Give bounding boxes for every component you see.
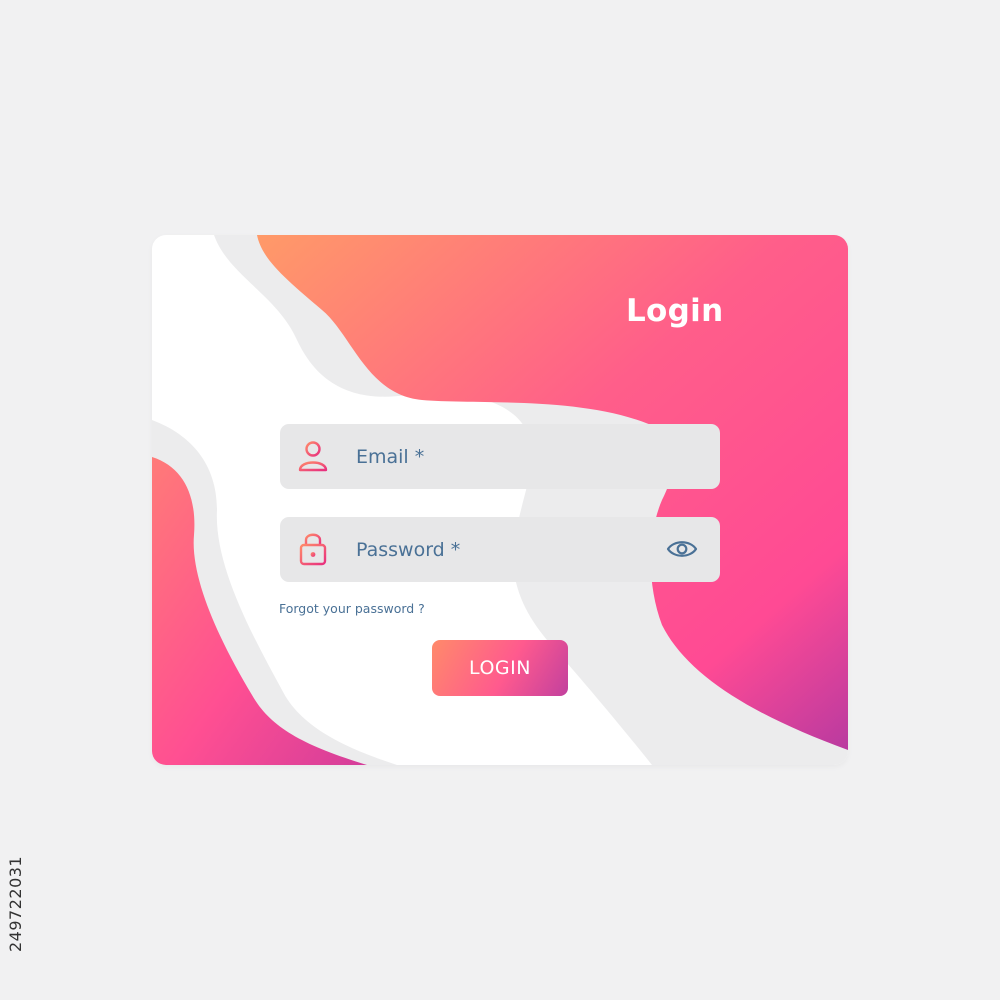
login-title: Login (626, 293, 724, 329)
user-icon (298, 441, 328, 472)
password-input[interactable] (356, 517, 656, 582)
email-input[interactable] (356, 424, 656, 489)
page: Login Email * Forgot your password ? LOG… (0, 0, 1000, 1000)
eye-icon[interactable] (666, 537, 698, 561)
login-card: Login Email * Forgot your password ? LOG… (152, 235, 848, 765)
email-field-container[interactable] (280, 424, 720, 489)
stock-id-label: 249722031 (6, 855, 25, 952)
password-field-container[interactable] (280, 517, 720, 582)
login-button[interactable]: LOGIN (432, 640, 568, 696)
forgot-password-link[interactable]: Forgot your password ? (279, 601, 425, 616)
lock-icon (299, 533, 327, 566)
